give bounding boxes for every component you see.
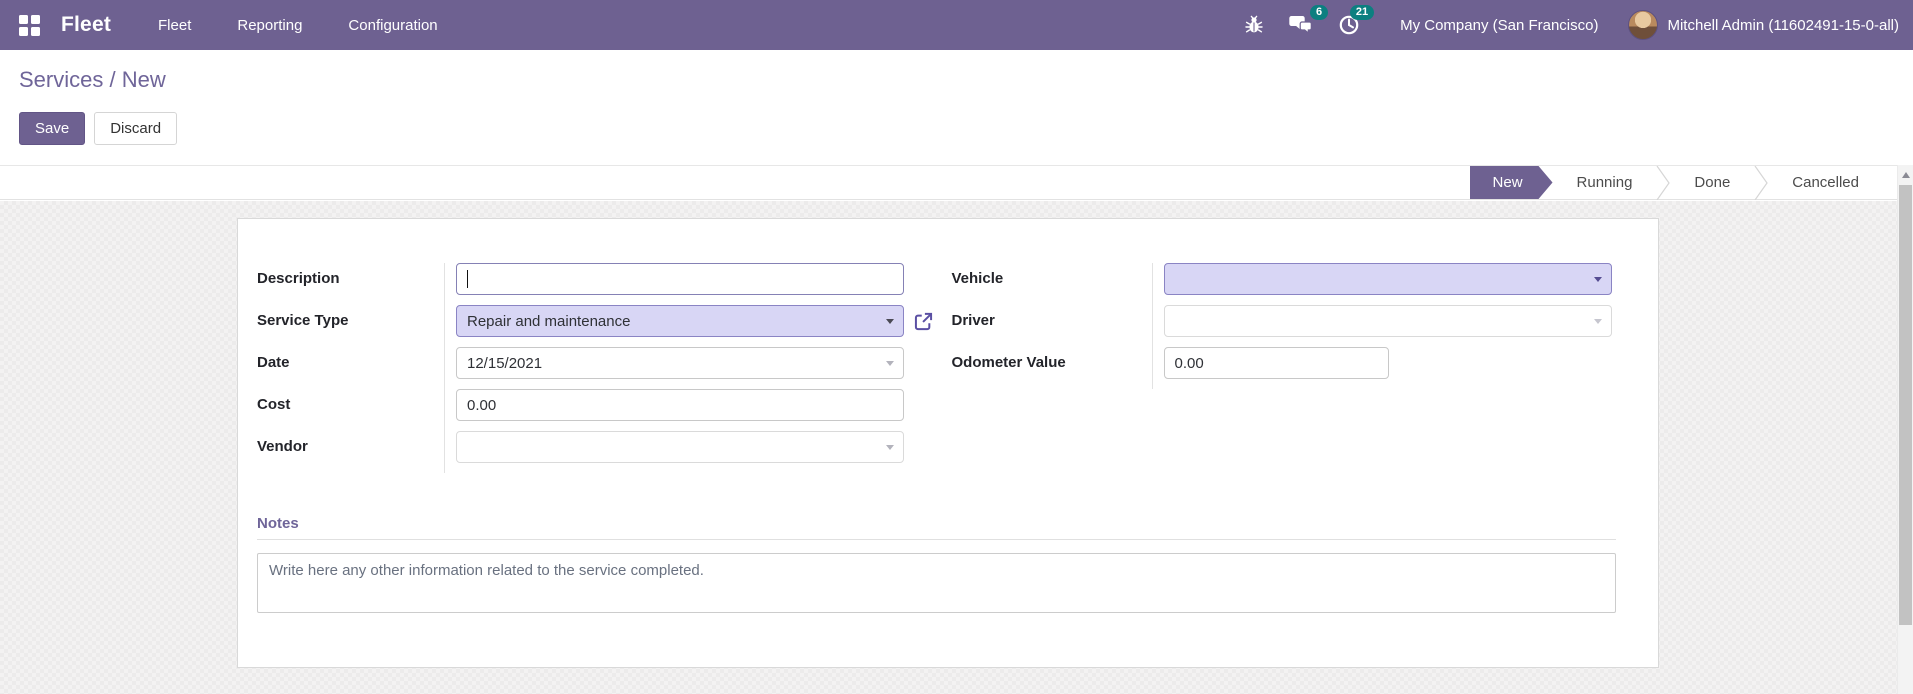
- chevron-down-icon: [886, 319, 894, 324]
- notes-section: Notes: [257, 515, 1616, 618]
- apps-menu-icon[interactable]: [19, 14, 40, 36]
- chevron-down-icon: [886, 445, 894, 450]
- notes-textarea[interactable]: [257, 553, 1616, 613]
- statusbar-chevron-icon: [1754, 165, 1769, 200]
- user-avatar[interactable]: [1628, 10, 1659, 40]
- vertical-scrollbar[interactable]: [1897, 165, 1913, 694]
- chevron-down-icon: [1593, 319, 1602, 324]
- save-button[interactable]: Save: [19, 112, 86, 145]
- cost-label: Cost: [257, 396, 291, 413]
- driver-select[interactable]: [1163, 305, 1612, 337]
- systray: 6 21 My Company (San Francisco) Mitchell…: [1244, 5, 1913, 40]
- activities-clock-icon[interactable]: 21: [1338, 5, 1375, 36]
- menu-configuration[interactable]: Configuration: [325, 0, 460, 50]
- activities-count-badge: 21: [1349, 5, 1375, 20]
- apps-grid-square: [19, 14, 28, 24]
- company-switcher[interactable]: My Company (San Francisco): [1400, 17, 1598, 34]
- vehicle-label: Vehicle: [951, 270, 1004, 287]
- apps-grid-square: [19, 26, 28, 36]
- vendor-label: Vendor: [257, 438, 308, 455]
- statusbar: New Running Done Cancelled: [0, 165, 1897, 200]
- triangle-up-icon: [1901, 171, 1910, 178]
- chevron-down-icon: [1593, 277, 1602, 282]
- description-label: Description: [257, 270, 340, 287]
- statusbar-state-done[interactable]: Done: [1670, 166, 1754, 199]
- form-sheet: Description Service Type Repair and main…: [237, 218, 1659, 668]
- odometer-value: 0.00: [1174, 354, 1204, 372]
- statusbar-state-running[interactable]: Running: [1553, 166, 1657, 199]
- breadcrumb-current: New: [121, 67, 166, 92]
- messages-icon[interactable]: 6: [1288, 5, 1329, 36]
- breadcrumb-services[interactable]: Services: [19, 67, 103, 92]
- apps-grid-square: [31, 26, 40, 36]
- statusbar-chevron-icon: [1656, 165, 1671, 200]
- odometer-input[interactable]: 0.00: [1163, 347, 1389, 379]
- debug-bug-icon[interactable]: [1244, 15, 1264, 35]
- apps-grid-square: [31, 14, 40, 24]
- vehicle-select[interactable]: [1163, 263, 1612, 295]
- service-type-select[interactable]: Repair and maintenance: [456, 305, 904, 337]
- vendor-select[interactable]: [456, 431, 904, 463]
- statusbar-state-cancelled[interactable]: Cancelled: [1768, 166, 1883, 199]
- service-type-value: Repair and maintenance: [467, 312, 631, 330]
- notes-divider: [257, 539, 1616, 540]
- action-buttons: Save Discard: [19, 112, 178, 145]
- statusbar-state-new[interactable]: New: [1470, 166, 1553, 199]
- breadcrumb: Services / New: [19, 67, 166, 93]
- scrollbar-thumb[interactable]: [1899, 185, 1912, 625]
- app-brand[interactable]: Fleet: [61, 13, 111, 37]
- user-menu[interactable]: Mitchell Admin (11602491-15-0-all): [1667, 17, 1899, 34]
- date-value: 12/15/2021: [467, 354, 543, 372]
- breadcrumb-separator: /: [103, 67, 122, 92]
- messages-count-badge: 6: [1309, 5, 1329, 20]
- menu-reporting[interactable]: Reporting: [214, 0, 325, 50]
- left-field-group: Description Service Type Repair and main…: [257, 263, 937, 473]
- date-label: Date: [257, 354, 290, 371]
- top-navbar: Fleet Fleet Reporting Configuration 6 21…: [0, 0, 1913, 50]
- external-link-icon[interactable]: [913, 311, 934, 332]
- menu-fleet[interactable]: Fleet: [135, 0, 214, 50]
- text-cursor: [467, 270, 468, 288]
- main-menu: Fleet Reporting Configuration: [135, 0, 461, 50]
- service-type-label: Service Type: [257, 312, 349, 329]
- odometer-label: Odometer Value: [951, 354, 1066, 371]
- discard-button[interactable]: Discard: [94, 112, 178, 145]
- cost-input[interactable]: 0.00: [456, 389, 904, 421]
- cost-value: 0.00: [467, 396, 497, 414]
- form-view-background: Description Service Type Repair and main…: [0, 201, 1913, 694]
- field-groups: Description Service Type Repair and main…: [257, 263, 1616, 473]
- description-input[interactable]: [456, 263, 904, 295]
- date-input[interactable]: 12/15/2021: [456, 347, 904, 379]
- notes-title: Notes: [257, 515, 299, 532]
- scrollbar-up-button[interactable]: [1898, 165, 1913, 184]
- driver-label: Driver: [951, 312, 995, 329]
- right-field-group: Vehicle Driver Odometer Value 0.00: [937, 263, 1617, 473]
- control-panel: Services / New Save Discard: [0, 50, 1913, 165]
- chevron-down-icon: [886, 361, 894, 366]
